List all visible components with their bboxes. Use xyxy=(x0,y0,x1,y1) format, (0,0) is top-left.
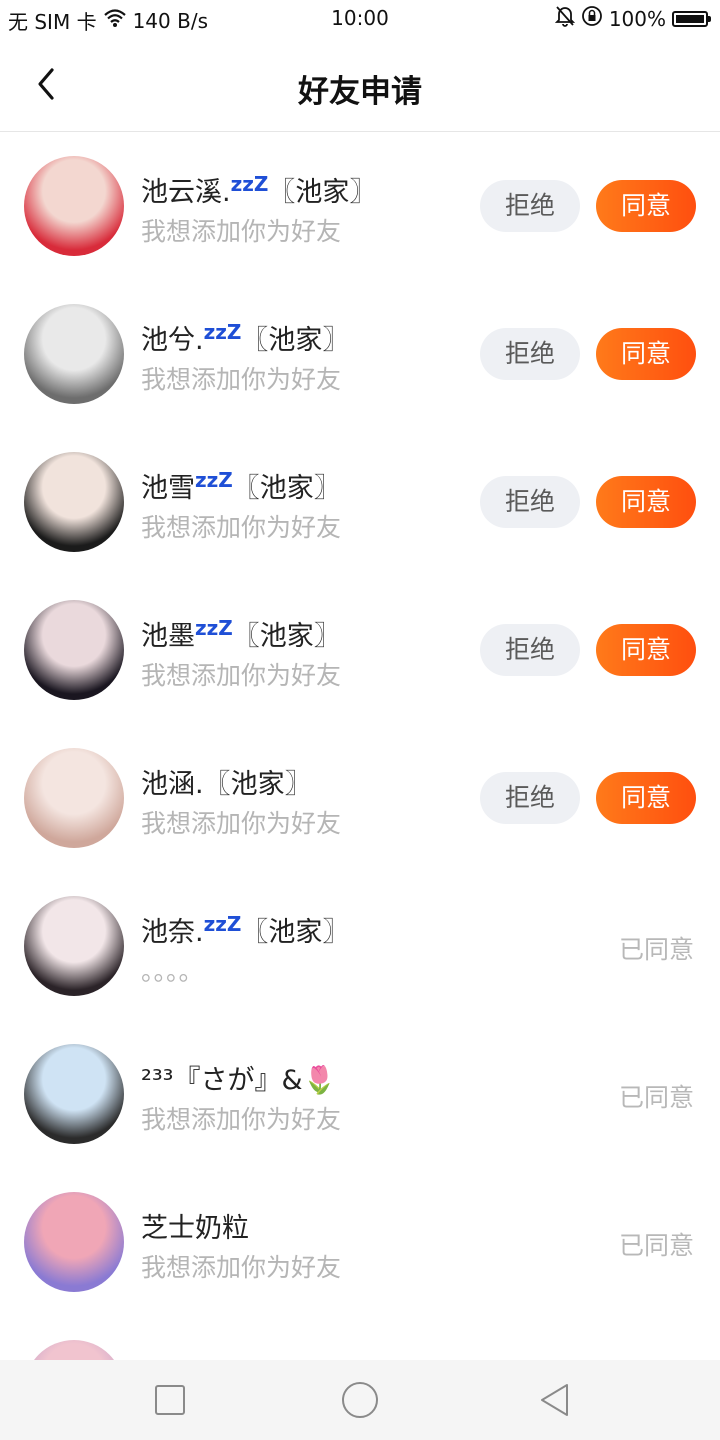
accept-button[interactable]: 同意 xyxy=(596,328,696,380)
request-message: 我想添加你为好友 xyxy=(141,1105,342,1134)
avatar[interactable] xyxy=(24,452,124,552)
requester-name: ²³³『さが』&🌷 xyxy=(141,1058,336,1097)
request-message: 我想添加你为好友 xyxy=(141,217,342,246)
accepted-status: 已同意 xyxy=(618,1083,694,1112)
request-item[interactable]: 池奈.zzZ〖池家〗。。。。 已同意 xyxy=(0,872,720,1020)
requester-name-text: 池雪 xyxy=(141,473,195,504)
battery-icon xyxy=(672,10,711,27)
navigation-bar xyxy=(0,1360,720,1440)
requester-name-text: 池云溪. xyxy=(141,177,231,208)
avatar[interactable] xyxy=(24,748,124,848)
circle-icon xyxy=(342,1382,378,1418)
request-message: 我想添加你为好友 xyxy=(141,661,342,690)
accepted-status: 已同意 xyxy=(618,935,694,964)
requester-name-suffix: 〖池家〗 xyxy=(241,917,350,948)
request-item[interactable]: 池墨zzZ〖池家〗我想添加你为好友 拒绝 同意 xyxy=(0,576,720,724)
sleep-zzz-icon: zzZ xyxy=(195,616,233,640)
accept-button[interactable]: 同意 xyxy=(596,624,696,676)
battery-fill xyxy=(676,14,704,23)
avatar[interactable] xyxy=(24,600,124,700)
reject-button[interactable]: 拒绝 xyxy=(480,476,580,528)
avatar[interactable] xyxy=(24,156,124,256)
request-message: 我想添加你为好友 xyxy=(141,1253,342,1282)
page-title: 好友申请 xyxy=(298,74,422,110)
request-message: 。。。。 xyxy=(141,957,204,986)
request-item[interactable]: 池涵.〖池家〗我想添加你为好友 拒绝 同意 xyxy=(0,724,720,872)
reject-button[interactable]: 拒绝 xyxy=(480,624,580,676)
request-message: 我想添加你为好友 xyxy=(141,513,342,542)
requester-name: 池涵.〖池家〗 xyxy=(141,762,312,801)
requester-name-text: 池兮. xyxy=(141,325,204,356)
request-item[interactable]: 池兮.zzZ〖池家〗我想添加你为好友 拒绝 同意 xyxy=(0,280,720,428)
rotation-lock-icon xyxy=(581,5,603,32)
sleep-zzz-icon: zzZ xyxy=(203,912,242,936)
avatar[interactable] xyxy=(24,304,124,404)
header: 好友申请 xyxy=(0,38,720,132)
avatar[interactable] xyxy=(24,1192,124,1292)
request-message: 我想添加你为好友 xyxy=(141,809,342,838)
requester-name-suffix: 〖池家〗 xyxy=(232,621,341,652)
square-icon xyxy=(155,1385,185,1415)
sleep-zzz-icon: zzZ xyxy=(203,320,242,344)
sleep-zzz-icon: zzZ xyxy=(195,468,233,492)
requester-name: 池墨zzZ〖池家〗 xyxy=(141,614,341,653)
request-item[interactable]: ²³³『さが』&🌷 我想添加你为好友 已同意 xyxy=(0,1020,720,1168)
request-item[interactable]: 池雪zzZ〖池家〗我想添加你为好友 拒绝 同意 xyxy=(0,428,720,576)
requester-name-suffix: 〖池家〗 xyxy=(232,473,341,504)
request-message: 我想添加你为好友 xyxy=(141,365,342,394)
requester-name: 池奈.zzZ〖池家〗 xyxy=(141,910,349,949)
requester-name: 池云溪.zzZ〖池家〗 xyxy=(141,170,376,209)
avatar[interactable] xyxy=(24,1340,124,1360)
status-bar: 无 SIM 卡 140 B/s 10:00 100% xyxy=(0,0,720,38)
accept-button[interactable]: 同意 xyxy=(596,180,696,232)
accept-button[interactable]: 同意 xyxy=(596,476,696,528)
reject-button[interactable]: 拒绝 xyxy=(480,180,580,232)
request-item[interactable]: 芝士奶粒我想添加你为好友 已同意 xyxy=(0,1168,720,1316)
requester-name-text: 池墨 xyxy=(141,621,195,652)
requester-name-text: 池涵. xyxy=(141,769,204,800)
requester-name-text: 芝士奶粒 xyxy=(141,1213,249,1244)
avatar[interactable] xyxy=(24,1044,124,1144)
reject-button[interactable]: 拒绝 xyxy=(480,328,580,380)
nav-back-button[interactable] xyxy=(534,1380,574,1420)
mute-bell-icon xyxy=(554,5,575,32)
requester-name-suffix: 〖池家〗 xyxy=(241,325,350,356)
request-list[interactable]: 池云溪.zzZ〖池家〗 我想添加你为好友 拒绝 同意 池兮.zzZ〖池家〗 我想添加你为好… xyxy=(0,132,720,1360)
requester-name: 芝士奶粒 xyxy=(141,1206,249,1245)
home-button[interactable] xyxy=(340,1380,380,1420)
requester-name-text: ²³³『さが』&🌷 xyxy=(141,1065,337,1096)
request-item[interactable] xyxy=(0,1316,720,1360)
recent-apps-button[interactable] xyxy=(150,1380,190,1420)
requester-name: 池兮.zzZ〖池家〗 xyxy=(141,318,349,357)
accepted-status: 已同意 xyxy=(618,1231,694,1260)
sleep-zzz-icon: zzZ xyxy=(230,172,269,196)
requester-name-suffix: 〖池家〗 xyxy=(203,769,312,800)
requester-name-text: 池奈. xyxy=(141,917,204,948)
battery-percent: 100% xyxy=(608,6,666,31)
requester-name: 池雪zzZ〖池家〗 xyxy=(141,466,341,505)
accept-button[interactable]: 同意 xyxy=(596,772,696,824)
requester-name-suffix: 〖池家〗 xyxy=(268,177,377,208)
request-item[interactable]: 池云溪.zzZ〖池家〗我想添加你为好友 拒绝 同意 xyxy=(0,132,720,280)
reject-button[interactable]: 拒绝 xyxy=(480,772,580,824)
avatar[interactable] xyxy=(24,896,124,996)
triangle-back-icon xyxy=(541,1384,568,1416)
status-right: 100% xyxy=(554,5,711,32)
